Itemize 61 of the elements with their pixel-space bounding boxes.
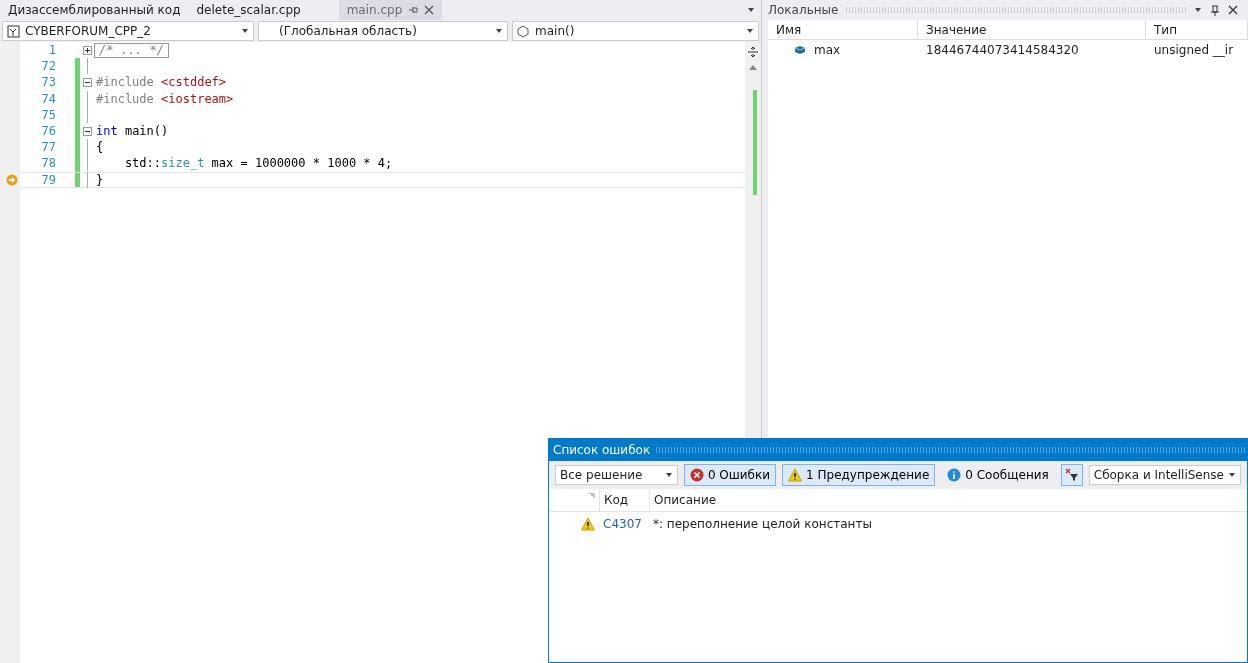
code-line: int main() bbox=[95, 124, 169, 139]
line-number: 72 bbox=[40, 59, 56, 74]
dropdown-icon bbox=[1194, 6, 1202, 14]
filter-button[interactable]: 0 Ошибки bbox=[683, 464, 777, 486]
warning-icon bbox=[581, 517, 595, 531]
clear-filter-button[interactable] bbox=[1060, 464, 1083, 486]
line-number: 73 bbox=[40, 75, 56, 90]
line-number: 75 bbox=[40, 107, 56, 122]
warning-icon bbox=[788, 468, 803, 482]
panel-title: Локальные bbox=[768, 3, 839, 17]
variable-type: unsigned __ir bbox=[1153, 42, 1235, 59]
scope-dropdown[interactable]: Все решение bbox=[555, 465, 678, 485]
variable-icon bbox=[794, 45, 806, 55]
source-dropdown[interactable]: Сборка и IntelliSense bbox=[1088, 465, 1241, 485]
panel-title: Список ошибок bbox=[553, 443, 651, 457]
column-header[interactable]: Значение bbox=[918, 20, 1146, 40]
dropdown-icon bbox=[1228, 471, 1236, 479]
scope-dropdown[interactable]: (Глобальная область) bbox=[258, 21, 508, 41]
code-line: { bbox=[95, 140, 104, 155]
close-icon bbox=[1228, 5, 1238, 15]
line-number: 78 bbox=[40, 156, 56, 171]
file-tab[interactable]: main.cpp bbox=[338, 0, 443, 20]
dropdown-icon bbox=[664, 471, 673, 479]
column-header[interactable]: Описание bbox=[649, 489, 1247, 512]
column-options-icon bbox=[589, 493, 595, 499]
column-header[interactable]: Тип bbox=[1146, 20, 1248, 40]
info-icon bbox=[947, 468, 962, 482]
column-header[interactable]: Имя bbox=[768, 20, 918, 40]
filter-button[interactable]: 1 Предупреждение bbox=[782, 464, 936, 486]
code-line: } bbox=[95, 172, 104, 187]
variable-name: max bbox=[814, 43, 841, 57]
dropdown-icon bbox=[747, 6, 755, 14]
line-number: 74 bbox=[40, 91, 56, 106]
line-number: 76 bbox=[40, 124, 56, 139]
error-description: *: переполнение целой константы bbox=[652, 516, 873, 533]
file-tab[interactable]: delete_scalar.cpp bbox=[188, 0, 309, 20]
error-code-link[interactable]: C4307 bbox=[599, 512, 649, 536]
file-tab[interactable]: Дизассемблированный код bbox=[0, 0, 189, 20]
column-header[interactable]: Код bbox=[599, 489, 649, 512]
project-dropdown[interactable]: CYBERFORUM_CPP_2 bbox=[2, 21, 254, 41]
pin-icon bbox=[1210, 4, 1220, 16]
code-line: #include <cstddef> bbox=[95, 75, 227, 90]
collapsed-region: /* ... */ bbox=[94, 42, 170, 58]
code-line: std::size_t max = 1000000 * 1000 * 4; bbox=[123, 156, 393, 171]
variable-value: 18446744073414584320 bbox=[925, 42, 1080, 59]
member-dropdown[interactable]: main() bbox=[512, 21, 759, 41]
dropdown-icon bbox=[241, 27, 249, 35]
dropdown-icon bbox=[495, 27, 503, 35]
filter-icon bbox=[1064, 468, 1079, 482]
pin-icon bbox=[408, 5, 419, 15]
split-icon bbox=[747, 46, 759, 58]
scroll-up-icon bbox=[749, 64, 757, 70]
project-icon bbox=[7, 24, 20, 38]
line-number: 79 bbox=[40, 172, 56, 187]
close-icon bbox=[424, 5, 435, 15]
error-icon bbox=[689, 468, 704, 482]
line-number: 77 bbox=[40, 140, 56, 155]
code-line: #include <iostream> bbox=[95, 91, 234, 106]
line-number: 1 bbox=[47, 43, 56, 58]
filter-button[interactable]: 0 Сообщения bbox=[941, 464, 1055, 486]
dropdown-icon bbox=[746, 27, 754, 35]
